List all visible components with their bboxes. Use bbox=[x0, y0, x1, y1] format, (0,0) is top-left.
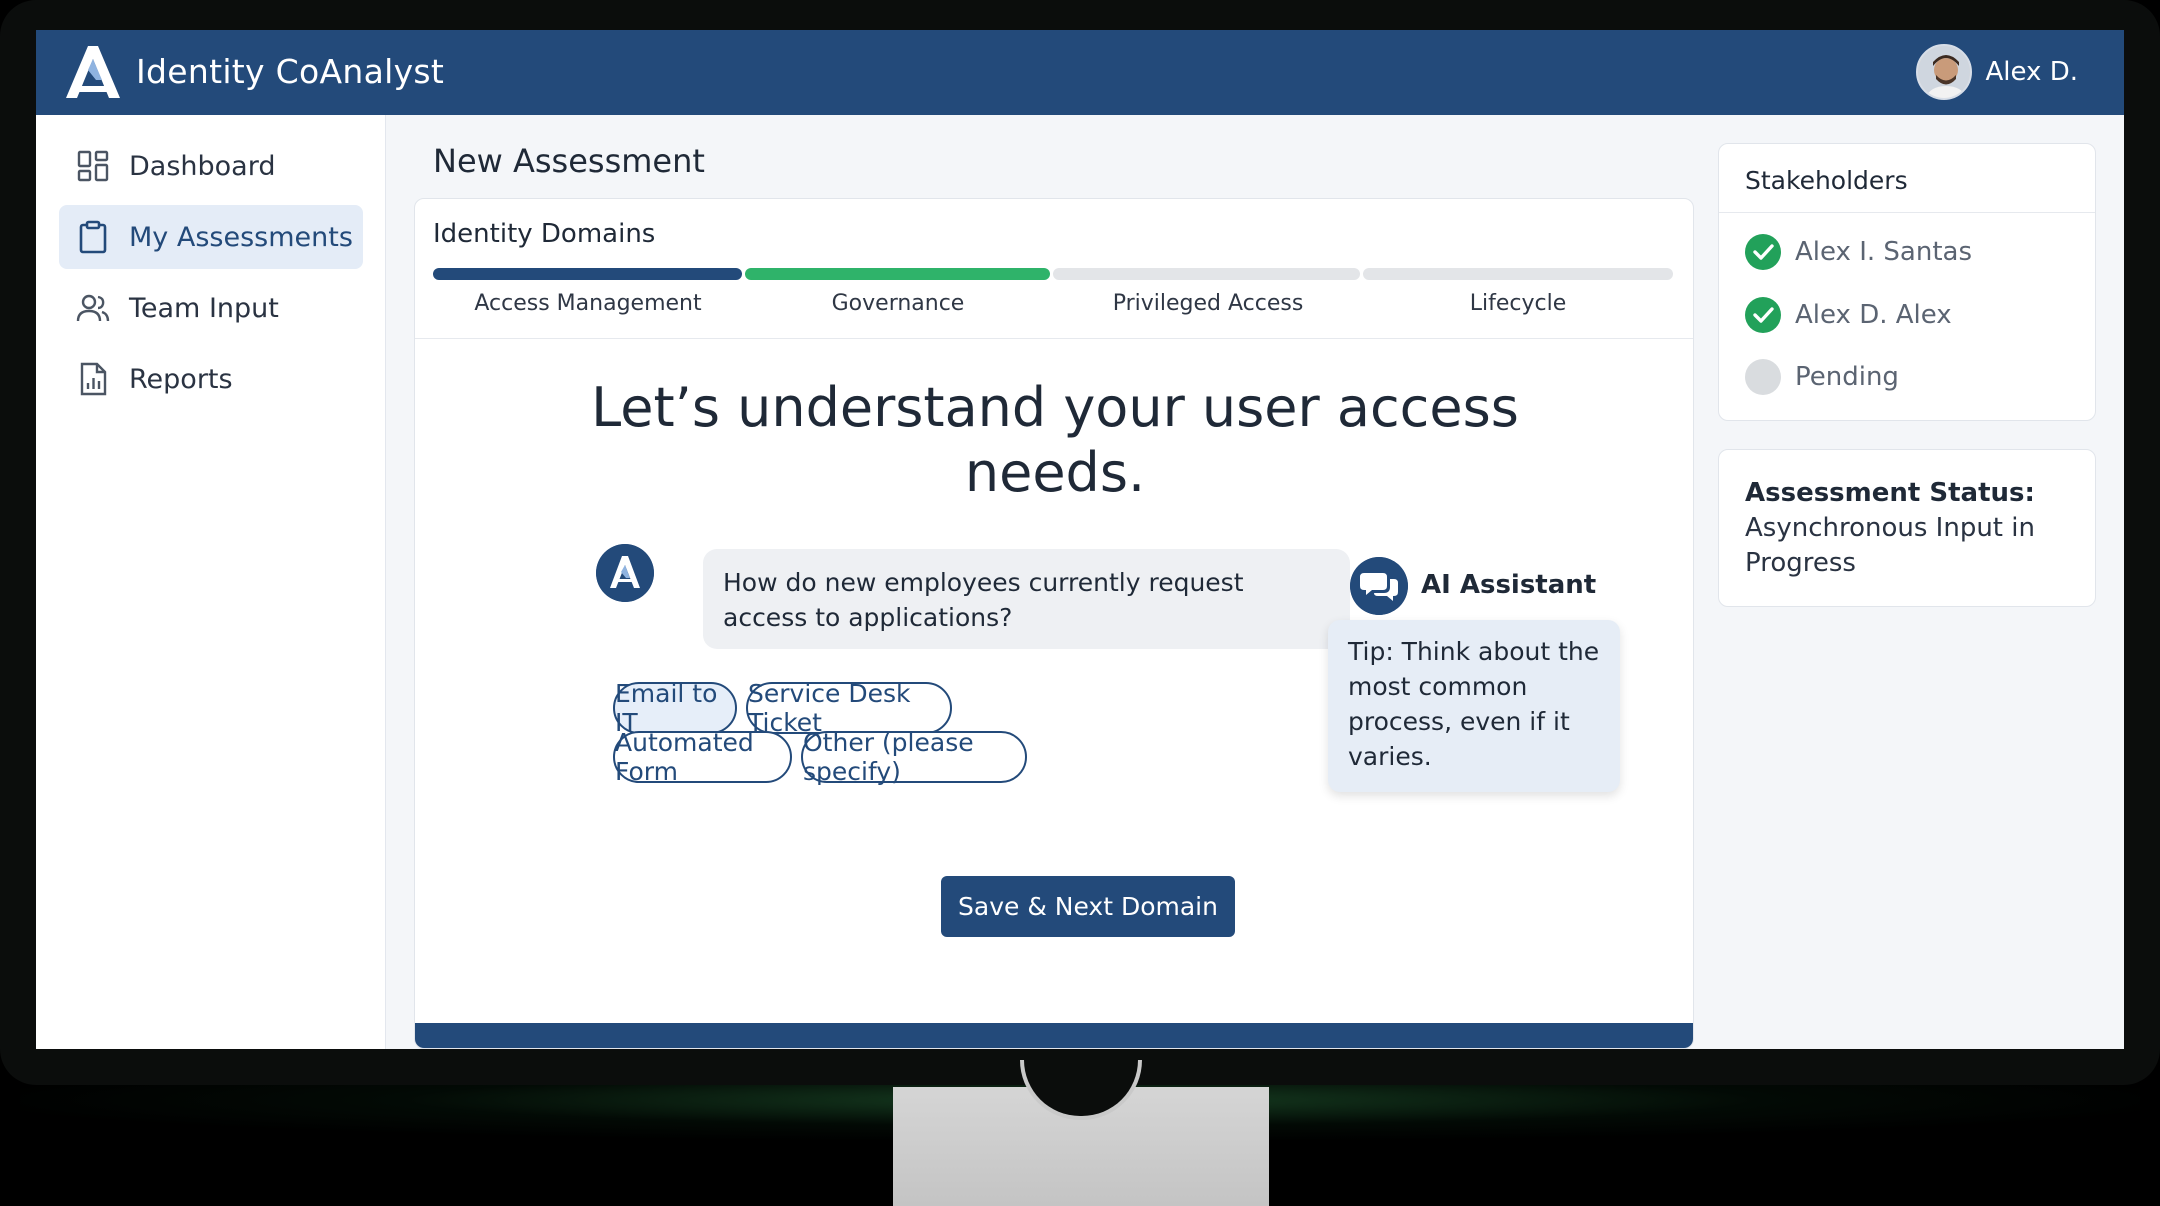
assessment-status-panel: Assessment Status: Asynchronous Input in… bbox=[1718, 449, 2096, 607]
assistant-logo-icon bbox=[596, 544, 654, 602]
progress-segment-privileged-access bbox=[1053, 268, 1360, 280]
card-footer-bar bbox=[415, 1023, 1693, 1048]
progress-segment-lifecycle bbox=[1363, 268, 1673, 280]
ai-tip-bubble: Tip: Think about the most common process… bbox=[1328, 620, 1620, 792]
sidebar-item-reports[interactable]: Reports bbox=[59, 347, 363, 411]
sidebar-item-dashboard[interactable]: Dashboard bbox=[59, 134, 363, 198]
page-title: New Assessment bbox=[433, 142, 705, 180]
save-next-button[interactable]: Save & Next Domain bbox=[941, 876, 1235, 937]
check-circle-icon bbox=[1745, 234, 1781, 270]
option-other[interactable]: Other (please specify) bbox=[801, 728, 1027, 786]
option-service-desk-ticket[interactable]: Service Desk Ticket bbox=[746, 679, 952, 737]
stakeholder-item: Pending bbox=[1745, 359, 1899, 395]
sidebar-item-label: Reports bbox=[129, 363, 233, 395]
user-name: Alex D. bbox=[1985, 57, 2079, 87]
stakeholder-item: Alex I. Santas bbox=[1745, 234, 1972, 270]
tab-access-management[interactable]: Access Management bbox=[433, 291, 743, 316]
chat-bubbles-icon[interactable] bbox=[1350, 557, 1408, 615]
stakeholders-title: Stakeholders bbox=[1745, 166, 1908, 195]
sidebar-item-label: Team Input bbox=[129, 292, 279, 324]
dashboard-icon bbox=[77, 150, 109, 182]
stakeholder-name: Pending bbox=[1795, 362, 1899, 392]
tab-lifecycle[interactable]: Lifecycle bbox=[1363, 291, 1673, 316]
app-logo-icon[interactable] bbox=[66, 46, 120, 98]
app-title: Identity CoAnalyst bbox=[136, 52, 445, 91]
stakeholders-panel: Stakeholders Alex I. Santas Alex D. Alex… bbox=[1718, 143, 2096, 421]
headline: Let’s understand your user access needs. bbox=[591, 376, 1519, 504]
stakeholder-name: Alex I. Santas bbox=[1795, 237, 1972, 267]
sidebar-item-label: My Assessments bbox=[129, 221, 353, 253]
option-email-to-it[interactable]: Email to IT bbox=[613, 679, 737, 737]
avatar-photo-icon bbox=[1917, 46, 1970, 98]
sidebar-item-team-input[interactable]: Team Input bbox=[59, 276, 363, 340]
top-bar: Identity CoAnalyst Alex D. bbox=[36, 30, 2124, 115]
sidebar-item-label: Dashboard bbox=[129, 150, 276, 182]
sidebar-item-my-assessments[interactable]: My Assessments bbox=[59, 205, 363, 269]
sidebar: Dashboard My Assessments Team Input Repo… bbox=[36, 115, 386, 1049]
avatar[interactable] bbox=[1915, 44, 1972, 100]
option-automated-form[interactable]: Automated Form bbox=[613, 728, 792, 786]
ai-assistant-label: AI Assistant bbox=[1421, 570, 1597, 600]
status-value: Asynchronous Input in Progress bbox=[1745, 513, 2035, 578]
progress-segment-access-management bbox=[433, 268, 742, 280]
tab-privileged-access[interactable]: Privileged Access bbox=[1053, 291, 1363, 316]
user-menu[interactable]: Alex D. bbox=[1915, 44, 2079, 100]
question-bubble: How do new employees currently request a… bbox=[703, 549, 1350, 649]
clipboard-icon bbox=[79, 220, 107, 254]
progress-segment-governance bbox=[745, 268, 1050, 280]
divider bbox=[415, 338, 1693, 339]
domains-title: Identity Domains bbox=[433, 219, 656, 249]
tab-governance[interactable]: Governance bbox=[743, 291, 1053, 316]
users-icon bbox=[76, 294, 110, 322]
status-label: Assessment Status: bbox=[1745, 478, 2035, 508]
stakeholder-name: Alex D. Alex bbox=[1795, 300, 1952, 330]
assessment-status: Assessment Status: Asynchronous Input in… bbox=[1745, 476, 2045, 581]
report-icon bbox=[80, 362, 107, 396]
check-circle-icon bbox=[1745, 297, 1781, 333]
pending-circle-icon bbox=[1745, 359, 1781, 395]
stakeholder-item: Alex D. Alex bbox=[1745, 297, 1952, 333]
app-screen: Identity CoAnalyst Alex D. Dashboard My … bbox=[36, 30, 2124, 1049]
divider bbox=[1719, 212, 2095, 213]
